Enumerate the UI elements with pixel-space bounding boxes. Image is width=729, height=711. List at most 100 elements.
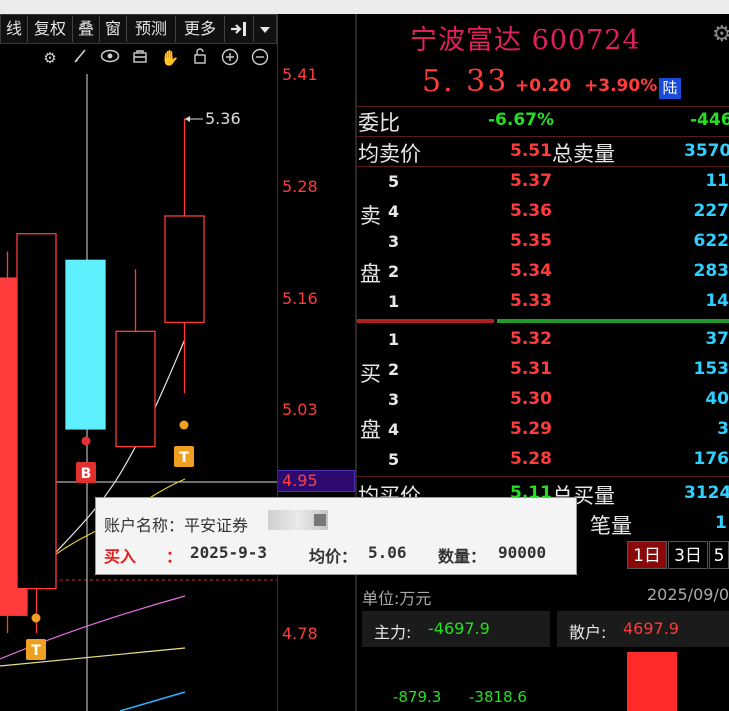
buy-row[interactable]: 5 5.28 176 [357,448,729,474]
retail-label: 散户: [569,623,607,642]
buy-strength-bar [497,319,729,323]
sell-level: 1 [388,292,400,311]
buy-volume: 176 [693,449,729,469]
zoom-out-icon[interactable] [250,48,270,68]
dropdown-icon[interactable] [254,16,276,42]
price-tick: 5.28 [282,177,318,196]
t-dot-1 [31,613,41,623]
trade-tooltip: 账户名称：平安证券 买入 ： 2025-9-3 均价： 5.06 数量： 900… [95,497,577,575]
buy-row[interactable]: 4 5.29 3 [357,418,729,444]
buy-row[interactable]: 1 5.32 37 [357,328,729,354]
price-change-pct: +3.90% [584,76,658,96]
overlay-button[interactable]: 叠 [73,16,100,42]
sell-price: 5.33 [510,291,552,311]
tab-1day[interactable]: 1日 [627,541,667,569]
last-price: 5. 33 [422,64,509,99]
separator [357,476,729,477]
toolbox-icon[interactable] [130,48,150,68]
avg-sell-value: 5.51 [510,141,552,161]
sell-row[interactable]: 2 5.34 283 [357,260,729,286]
trade-avg-label: 均价： [309,547,358,566]
flow-date: 2025/09/0 [647,585,729,604]
sell-price: 5.35 [510,231,552,251]
tab-5day[interactable]: 5 [709,541,729,569]
price-tick: 4.78 [282,624,318,643]
sell-level: 4 [388,202,400,221]
buy-level: 5 [388,450,400,469]
buy-price: 5.32 [510,329,552,349]
trade-qty-value: 90000 [498,543,547,562]
total-sell-label: 总卖量 [552,142,615,166]
settings-gear-icon[interactable]: ⚙ [40,48,60,68]
high-annotation-label: 5.36 [205,109,241,128]
buy-volume: 3 [717,419,729,439]
sell-volume: 227 [693,201,729,221]
account-name-label: 账户名称：平安证券 [104,516,249,535]
chart-tools-row: ⚙ ✋ [0,44,277,74]
buy-level: 1 [388,330,400,349]
t-dot-2 [179,420,189,430]
buy-volume: 40 [705,389,729,409]
buy-level: 2 [388,360,400,379]
panel-gear-icon[interactable]: ⚙ [712,22,729,47]
tab-3day[interactable]: 3日 [668,541,708,569]
window-top-strip [0,0,729,14]
sell-row[interactable]: 3 5.35 622 [357,230,729,256]
buy-level: 4 [388,420,400,439]
buy-row[interactable]: 3 5.30 40 [357,388,729,414]
current-price-tag: 4.95 [277,470,355,492]
candlestick-chart[interactable]: 5.36 B T T [0,74,277,711]
weibi-diff: -446 [690,110,729,130]
sell-level: 2 [388,262,400,281]
sell-price: 5.37 [510,171,552,191]
main-force-value: -4697.9 [428,619,490,638]
t-marker-label-2: T [179,450,189,466]
sell-volume: 11 [705,171,729,191]
market-badge: 陆 [659,78,681,99]
sell-price: 5.34 [510,261,552,281]
t-marker-label-1: T [31,643,41,659]
sell-price: 5.36 [510,201,552,221]
retail-value: 4697.9 [623,619,679,638]
trade-colon: ： [166,547,183,566]
price-tick: 5.41 [282,65,318,84]
chart-toolbar: 线 复权 叠 窗 预测 更多 [0,14,277,44]
separator [357,136,729,137]
buy-price: 5.30 [510,389,552,409]
sell-row[interactable]: 1 5.33 14 [357,290,729,316]
price-tick: 5.03 [282,400,318,419]
sell-level: 5 [388,172,400,191]
total-buy-value: 3124 [684,483,729,503]
buy-row[interactable]: 2 5.31 153 [357,358,729,384]
price-change: +0.20 [515,76,572,96]
sell-volume: 622 [693,231,729,251]
separator [357,106,729,107]
sell-level: 3 [388,232,400,251]
sell-row[interactable]: 5 5.37 11 [357,170,729,196]
account-name-redacted-mark [314,514,326,526]
hand-icon[interactable]: ✋ [160,48,180,68]
buy-price: 5.28 [510,449,552,469]
adjust-rights-button[interactable]: 复权 [28,16,73,42]
draw-line-button[interactable]: 线 [1,16,28,42]
candle-body [16,233,57,590]
lock-icon[interactable] [190,48,210,68]
forecast-button[interactable]: 预测 [127,16,176,42]
buy-volume: 153 [693,359,729,379]
more-button[interactable]: 更多 [176,16,225,42]
buy-marker-label: B [81,466,92,482]
ma-blue-line [119,691,186,711]
zoom-in-icon[interactable] [220,48,240,68]
sell-row[interactable]: 4 5.36 227 [357,200,729,226]
candle-body [65,259,106,430]
unit-label: 单位:万元 [362,589,432,608]
eye-icon[interactable] [100,48,120,68]
retail-bar [627,652,677,711]
pen-icon[interactable] [70,48,90,68]
export-icon[interactable] [225,16,254,42]
sell-volume: 14 [705,291,729,311]
axis-separator [277,14,278,711]
window-button[interactable]: 窗 [100,16,127,42]
main-force-label: 主力: [374,623,412,642]
total-sell-value: 3570 [684,141,729,161]
